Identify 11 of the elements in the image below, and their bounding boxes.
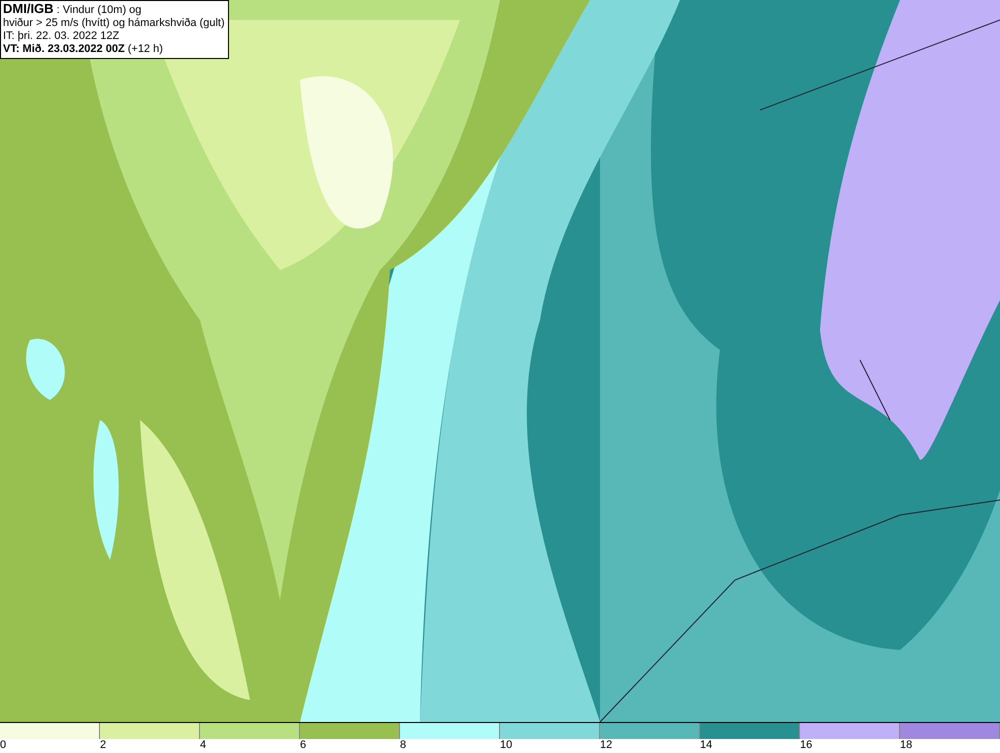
legend-label: 18 — [900, 739, 912, 752]
legend-label: 8 — [400, 739, 406, 752]
legend-label: 4 — [200, 739, 206, 752]
legend-label: 10 — [500, 739, 512, 752]
legend-label: 12 — [600, 739, 612, 752]
legend-label: 6 — [300, 739, 306, 752]
legend-label: 0 — [0, 739, 6, 752]
legend-label: 2 — [100, 739, 106, 752]
legend-label: 16 — [800, 739, 812, 752]
legend-label: 14 — [700, 739, 712, 752]
map-title: DMI/IGB : Vindur (10m) og hviður > 25 m/s (hvítt) og hámarkshviða (gult) IT: þri. 22. 03. 2022 12Z VT: Mið. 23.03.2022 00Z (+12 h) — [0, 0, 229, 59]
